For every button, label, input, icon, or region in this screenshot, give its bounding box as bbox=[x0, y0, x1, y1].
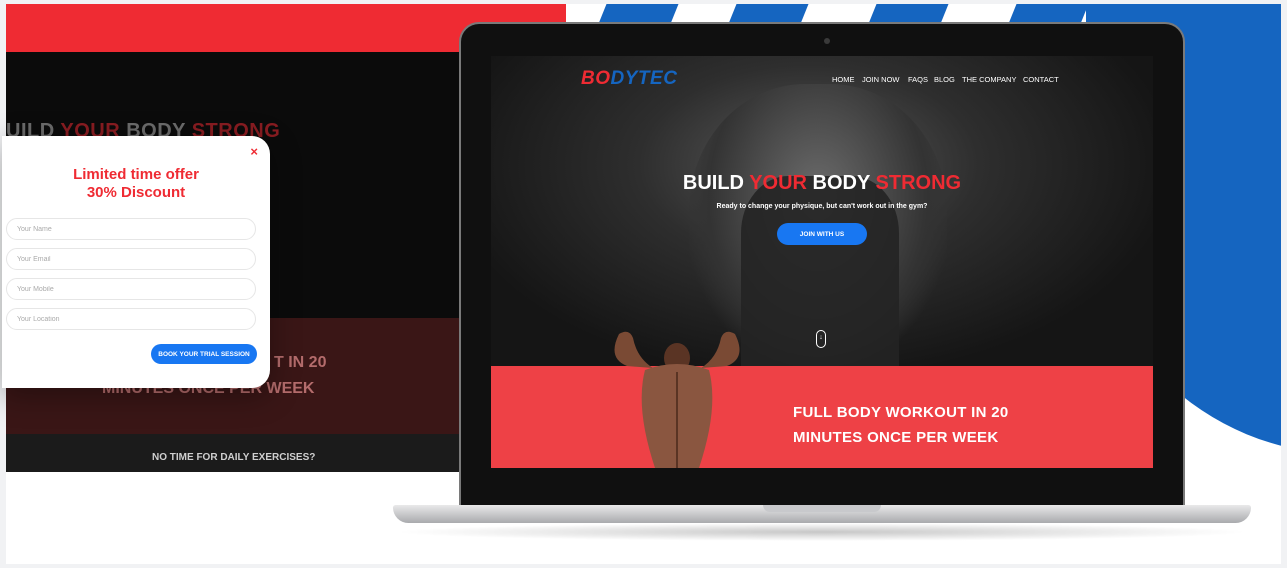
book-trial-button[interactable]: BOOK YOUR TRIAL SESSION bbox=[151, 344, 257, 364]
nav-faqs[interactable]: FAQS bbox=[908, 75, 928, 84]
discount-popup: × Limited time offer 30% Discount BOOK Y… bbox=[2, 136, 270, 388]
laptop-notch bbox=[763, 505, 881, 512]
site-logo[interactable]: BODYTEC bbox=[581, 68, 677, 90]
hero-title: BUILD YOUR BODY STRONG bbox=[682, 172, 962, 194]
scroll-down-icon[interactable]: ↓ bbox=[816, 330, 826, 348]
bg-dark-text: NO TIME FOR DAILY EXERCISES? bbox=[152, 452, 316, 463]
arrow-down-icon: ↓ bbox=[819, 334, 823, 341]
nav-home[interactable]: HOME bbox=[832, 75, 855, 84]
email-input[interactable] bbox=[6, 248, 256, 270]
join-with-us-button[interactable]: JOIN WITH US bbox=[777, 223, 867, 245]
laptop-screen: BODYTEC HOME JOIN NOW FAQS BLOG THE COMP… bbox=[491, 56, 1153, 468]
hero-subtitle: Ready to change your physique, but can't… bbox=[716, 203, 928, 210]
mobile-input[interactable] bbox=[6, 278, 256, 300]
close-icon[interactable]: × bbox=[250, 144, 258, 159]
nav-contact[interactable]: CONTACT bbox=[1023, 75, 1059, 84]
laptop-shadow bbox=[393, 523, 1251, 541]
popup-title-line1: Limited time offer bbox=[73, 166, 199, 183]
section-line1: FULL BODY WORKOUT IN 20 bbox=[793, 404, 1009, 421]
nav-the-company[interactable]: THE COMPANY bbox=[962, 75, 1016, 84]
nav-join-now[interactable]: JOIN NOW bbox=[862, 75, 900, 84]
bg-red-line1: T IN 20 bbox=[274, 354, 327, 371]
name-input[interactable] bbox=[6, 218, 256, 240]
section-line2: MINUTES ONCE PER WEEK bbox=[793, 429, 999, 446]
laptop-base bbox=[393, 505, 1251, 523]
popup-title-line2: 30% Discount bbox=[86, 184, 186, 201]
flexing-man-image bbox=[614, 331, 740, 468]
location-input[interactable] bbox=[6, 308, 256, 330]
nav-blog[interactable]: BLOG bbox=[934, 75, 955, 84]
camera-icon bbox=[824, 38, 830, 44]
